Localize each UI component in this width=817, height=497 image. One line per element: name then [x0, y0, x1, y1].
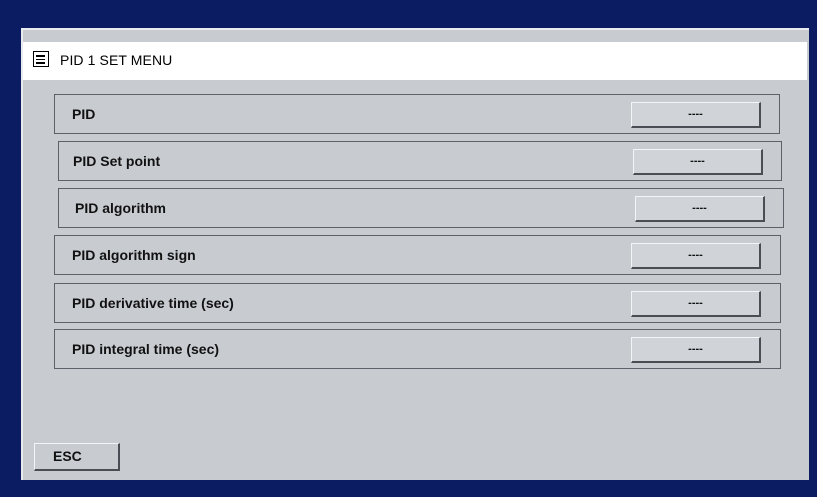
setting-value-button[interactable]: ----: [631, 243, 761, 269]
setting-row-set-point: PID Set point ----: [58, 141, 782, 181]
setting-row-algorithm-sign: PID algorithm sign ----: [54, 235, 781, 275]
esc-button[interactable]: ESC: [34, 443, 120, 471]
setting-label: PID integral time (sec): [72, 341, 220, 357]
setting-label: PID Set point: [73, 153, 161, 169]
setting-row-algorithm: PID algorithm ----: [58, 188, 784, 228]
screen-frame: PID 1 SET MENU PID ---- PID Set point --…: [0, 0, 817, 497]
setting-value-button[interactable]: ----: [631, 102, 761, 128]
setting-row-pid: PID ----: [54, 94, 780, 134]
setting-label: PID: [72, 106, 96, 122]
setting-value-button[interactable]: ----: [635, 196, 765, 222]
page-title: PID 1 SET MENU: [60, 52, 173, 68]
menu-header: PID 1 SET MENU: [23, 42, 807, 80]
setting-value-button[interactable]: ----: [631, 291, 761, 317]
menu-list-icon: [33, 51, 49, 67]
menu-panel: PID 1 SET MENU PID ---- PID Set point --…: [21, 28, 809, 480]
setting-row-integral-time: PID integral time (sec) ----: [54, 329, 781, 369]
setting-row-derivative-time: PID derivative time (sec) ----: [54, 283, 781, 323]
setting-label: PID algorithm: [75, 200, 167, 216]
setting-label: PID algorithm sign: [72, 247, 196, 263]
setting-value-button[interactable]: ----: [631, 337, 761, 363]
setting-value-button[interactable]: ----: [633, 149, 763, 175]
setting-label: PID derivative time (sec): [72, 295, 234, 311]
